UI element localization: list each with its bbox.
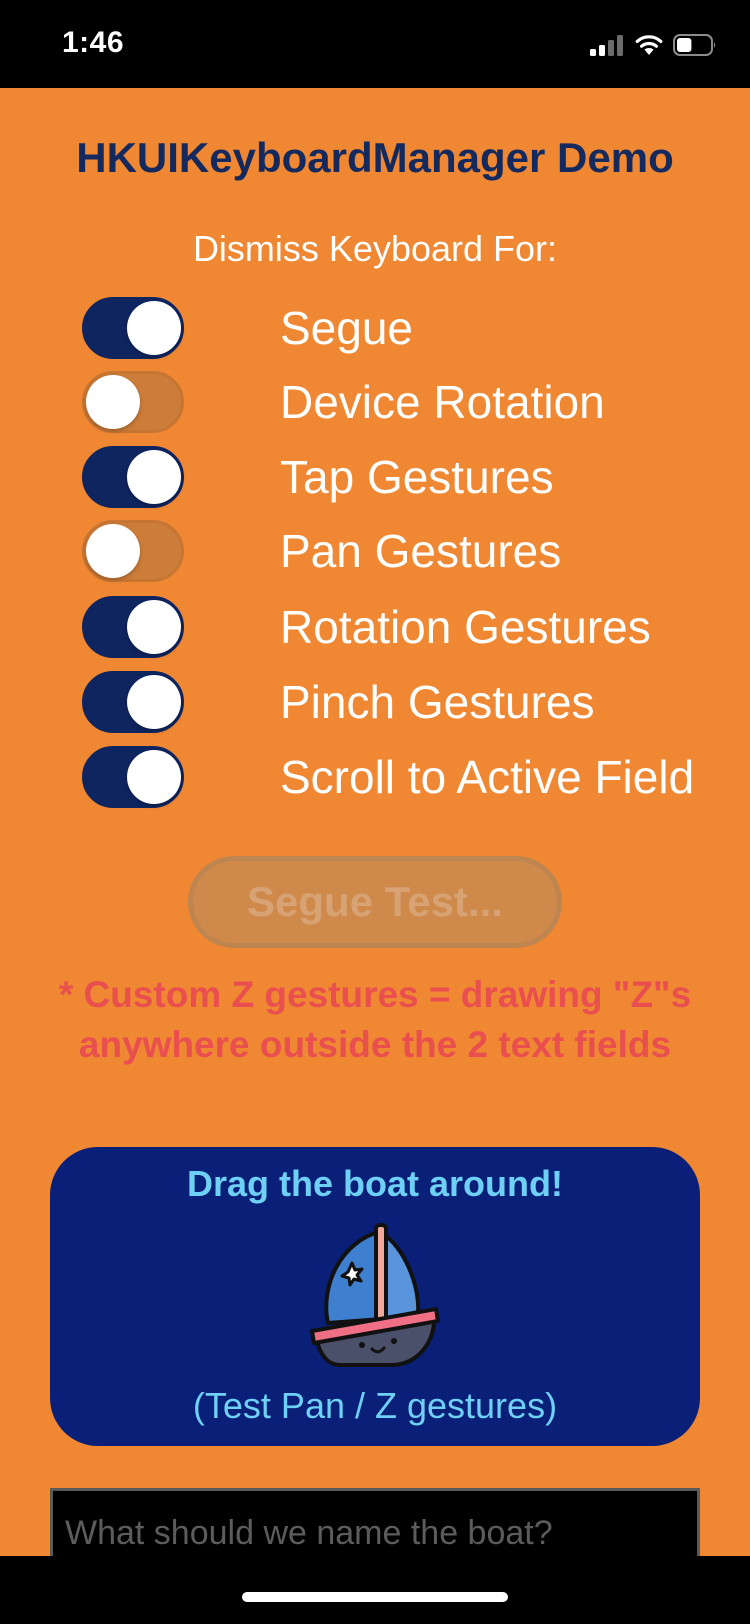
switch-knob (127, 301, 181, 355)
home-indicator[interactable] (242, 1592, 508, 1602)
toggle-label-tap-gestures: Tap Gestures (280, 451, 554, 503)
switch-knob (127, 750, 181, 804)
toggle-label-device-rotation: Device Rotation (280, 376, 605, 428)
status-time: 1:46 (62, 26, 125, 59)
phone-screen: 1:46 HKUIKeyboardManager Demo Dismiss Ke… (0, 0, 750, 1624)
toggle-row-pan-gestures: Pan Gestures (0, 520, 750, 582)
toggle-row-segue: Segue (0, 297, 750, 359)
toggle-row-rotation-gestures: Rotation Gestures (0, 596, 750, 658)
toggle-label-segue: Segue (280, 302, 414, 354)
status-bar: 1:46 (0, 0, 750, 88)
toggle-label-rotation-gestures: Rotation Gestures (280, 601, 651, 653)
switch-knob (127, 600, 181, 654)
device-rotation-switch[interactable] (82, 371, 184, 433)
app-title: HKUIKeyboardManager Demo (76, 134, 674, 181)
tap-gestures-switch[interactable] (82, 446, 184, 508)
section-heading: Dismiss Keyboard For: (192, 228, 558, 269)
toggle-row-device-rotation: Device Rotation (0, 371, 750, 433)
scroll-to-active-field-switch[interactable] (82, 746, 184, 808)
switch-knob (86, 375, 140, 429)
toggle-label-pan-gestures: Pan Gestures (280, 525, 562, 577)
switch-knob (127, 450, 181, 504)
boat-card-title: Drag the boat around! (187, 1163, 563, 1204)
toggle-row-scroll-to-active-field: Scroll to Active Field (0, 746, 750, 808)
home-indicator-bar (0, 1556, 750, 1624)
note-line-1: * Custom Z gestures = drawing "Z"s (58, 974, 692, 1015)
boat-name-input[interactable] (50, 1488, 700, 1556)
toggle-label-scroll-to-active-field: Scroll to Active Field (280, 751, 695, 803)
main-content: HKUIKeyboardManager Demo Dismiss Keyboar… (0, 88, 750, 1556)
note-line-2: anywhere outside the 2 text fields (78, 1024, 672, 1065)
pan-gestures-switch[interactable] (82, 520, 184, 582)
battery-icon (673, 34, 716, 56)
wifi-icon (635, 35, 663, 55)
cellular-signal-icon (590, 34, 624, 56)
switch-knob (86, 524, 140, 578)
toggle-label-pinch-gestures: Pinch Gestures (280, 676, 595, 728)
custom-z-gesture-note: * Custom Z gestures = drawing "Z"s anywh… (0, 970, 750, 1070)
toggle-row-pinch-gestures: Pinch Gestures (0, 671, 750, 733)
segue-test-button[interactable]: Segue Test... (188, 856, 562, 948)
switch-knob (127, 675, 181, 729)
segue-switch[interactable] (82, 297, 184, 359)
rotation-gestures-switch[interactable] (82, 596, 184, 658)
pinch-gestures-switch[interactable] (82, 671, 184, 733)
sailboat-icon[interactable] (300, 1219, 450, 1369)
toggle-row-tap-gestures: Tap Gestures (0, 446, 750, 508)
boat-card: Drag the boat around! (Test Pan / Z gest… (50, 1147, 700, 1446)
boat-card-caption: (Test Pan / Z gestures) (192, 1385, 558, 1426)
